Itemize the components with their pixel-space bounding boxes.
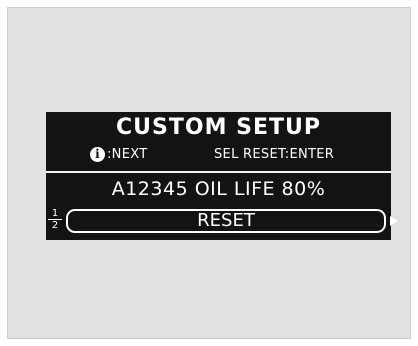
page-current: 1 — [48, 208, 62, 220]
reset-button[interactable]: RESET — [66, 209, 386, 233]
screen-title: CUSTOM SETUP — [116, 115, 321, 140]
display-panel-frame: CUSTOM SETUP i :NEXT SEL RESET:ENTER A12… — [7, 7, 411, 339]
page-total: 2 — [51, 220, 59, 231]
next-hint: i :NEXT — [90, 147, 147, 162]
sel-reset-hint: SEL RESET:ENTER — [214, 147, 335, 162]
oil-life-status: A12345 OIL LIFE 80% — [111, 178, 326, 200]
page-indicator: 1 2 — [48, 208, 62, 231]
header-divider — [46, 171, 391, 173]
info-display-screen: CUSTOM SETUP i :NEXT SEL RESET:ENTER A12… — [46, 112, 398, 240]
info-icon: i — [90, 147, 105, 162]
next-hint-label: :NEXT — [107, 147, 148, 162]
right-arrow-icon[interactable] — [390, 216, 398, 226]
